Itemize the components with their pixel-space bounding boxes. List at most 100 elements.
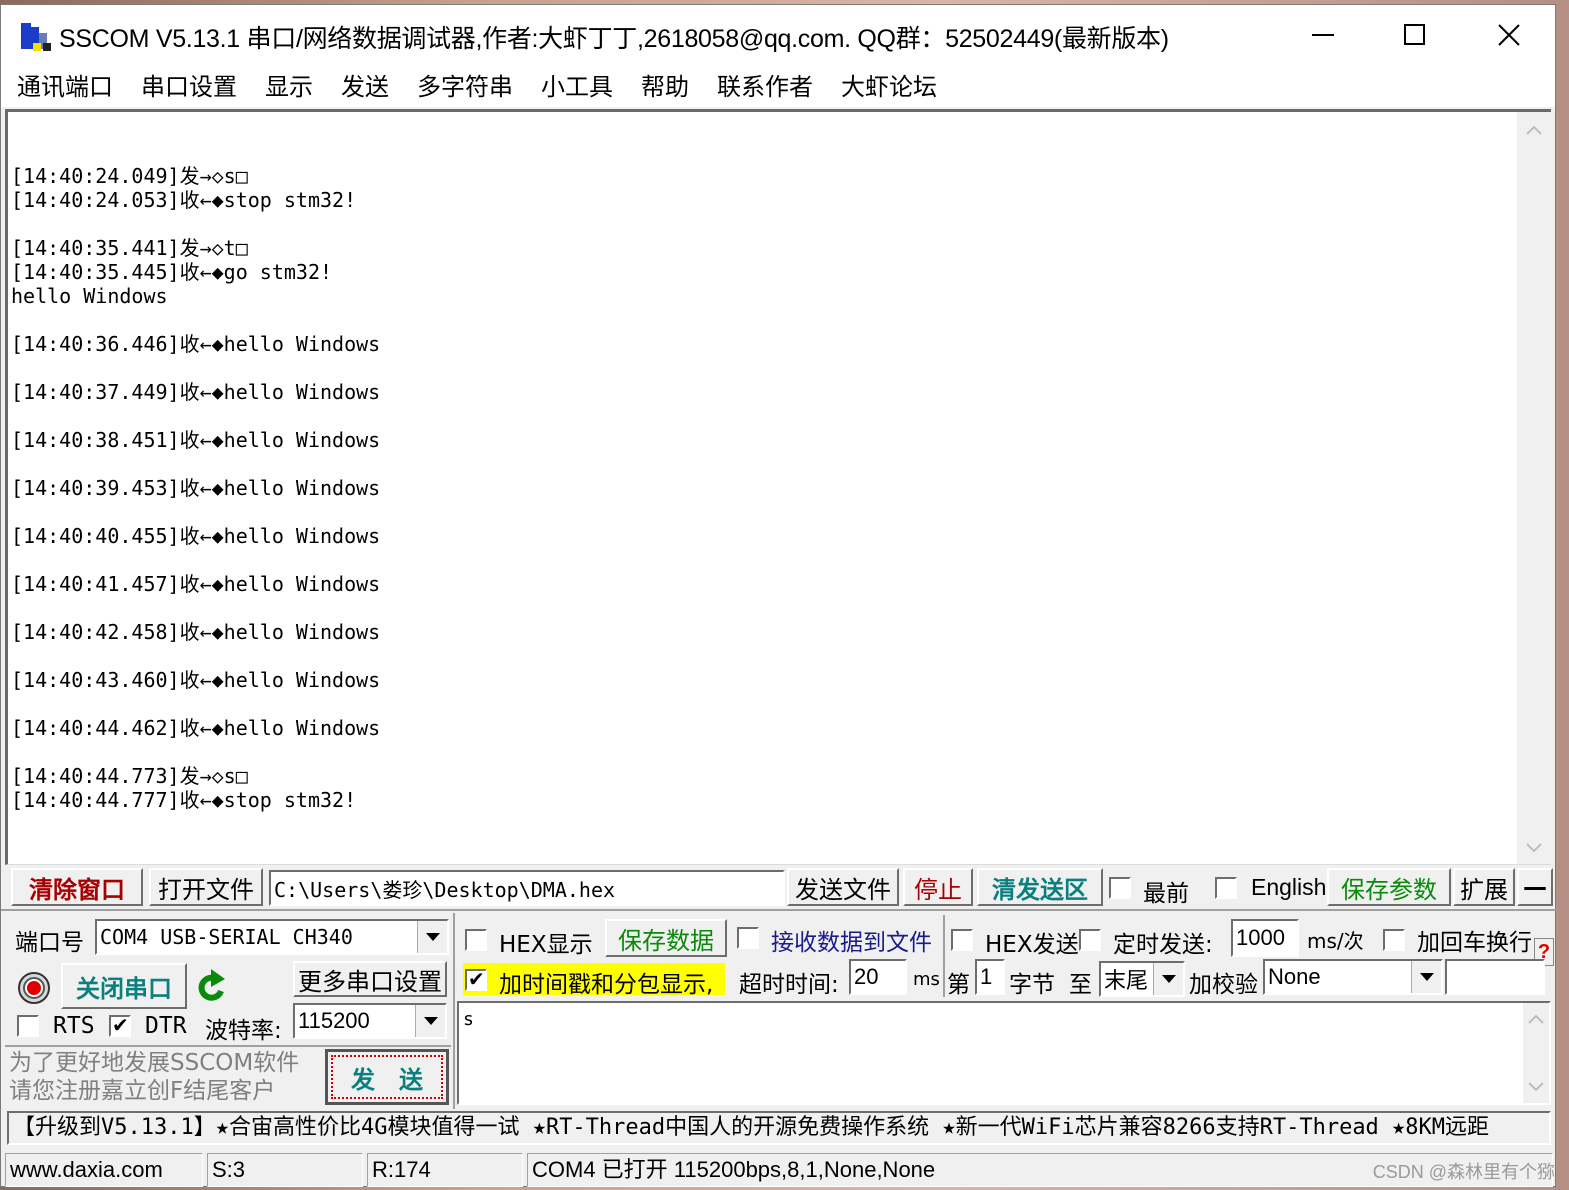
status-bar: www.daxia.com S:3 R:174 COM4 已打开 115200b…: [1, 1153, 1555, 1188]
news-ticker[interactable]: 【升级到V5.13.1】★合宙高性价比4G模块值得一试 ★RT-Thread中国…: [7, 1111, 1551, 1145]
interval-unit-label: ms/次: [1307, 929, 1364, 953]
baud-select[interactable]: 115200: [293, 1003, 447, 1039]
menu-multi-string[interactable]: 多字符串: [417, 67, 513, 102]
timeout-label: 超时时间:: [739, 972, 839, 998]
log-line: hello Windows: [11, 284, 168, 308]
clear-send-button[interactable]: 清发送区: [977, 868, 1103, 906]
log-line: [14:40:35.445]收←◆go stm32!: [11, 260, 333, 284]
rts-checkbox[interactable]: [17, 1015, 39, 1037]
log-blank-line: [11, 356, 1491, 380]
log-blank-line: [11, 692, 1491, 716]
menu-comm-port[interactable]: 通讯端口: [17, 67, 113, 102]
add-crlf-checkbox[interactable]: [1383, 929, 1405, 951]
close-port-button[interactable]: 关闭串口: [61, 963, 187, 1009]
dtr-checkbox[interactable]: [109, 1013, 131, 1038]
timeout-input[interactable]: 20: [849, 959, 907, 995]
log-line: [14:40:44.777]收←◆stop stm32!: [11, 788, 357, 812]
clear-window-button[interactable]: 清除窗口: [11, 868, 143, 906]
app-logo-icon: [21, 23, 51, 51]
menu-bar: 通讯端口 串口设置 显示 发送 多字符串 小工具 帮助 联系作者 大虾论坛: [1, 61, 1555, 107]
log-line: [14:40:40.455]收←◆hello Windows: [11, 524, 381, 548]
port-status-led-icon: [18, 972, 50, 1004]
byte-to-dropdown-arrow-icon[interactable]: [1153, 963, 1183, 995]
add-crlf-label: 加回车换行: [1417, 930, 1532, 956]
maximize-icon: [1404, 24, 1425, 45]
log-line: [14:40:35.441]发→◇t□: [11, 236, 248, 260]
menu-display[interactable]: 显示: [265, 67, 313, 102]
menu-tools[interactable]: 小工具: [541, 67, 613, 102]
log-blank-line: [11, 404, 1491, 428]
scroll-down-icon[interactable]: [1525, 842, 1543, 854]
minimize-button[interactable]: [1299, 13, 1347, 57]
timestamp-checkbox[interactable]: [465, 967, 487, 992]
status-website[interactable]: www.daxia.com: [5, 1153, 203, 1187]
log-blank-line: [11, 140, 1491, 164]
title-bar: SSCOM V5.13.1 串口/网络数据调试器,作者:大虾丁丁,2618058…: [1, 5, 1555, 61]
byte-from-input[interactable]: 1: [975, 959, 1005, 995]
receive-area[interactable]: [14:40:24.049]发→◇s□ [14:40:24.053]收←◆stop…: [5, 109, 1551, 865]
log-line: [14:40:24.053]收←◆stop stm32!: [11, 188, 357, 212]
menu-send[interactable]: 发送: [341, 67, 389, 102]
send-button[interactable]: 发 送: [325, 1049, 449, 1105]
log-blank-line: [11, 644, 1491, 668]
port-select[interactable]: COM4 USB-SERIAL CH340: [95, 919, 449, 955]
menu-help[interactable]: 帮助: [641, 67, 689, 102]
refresh-icon[interactable]: [195, 967, 229, 1005]
save-data-button[interactable]: 保存数据: [605, 919, 727, 957]
more-serial-settings-button[interactable]: 更多串口设置: [293, 961, 447, 997]
open-file-button[interactable]: 打开文件: [149, 868, 263, 906]
hex-send-checkbox[interactable]: [951, 929, 973, 951]
log-blank-line: [11, 548, 1491, 572]
close-button[interactable]: [1485, 13, 1533, 57]
stop-button[interactable]: 停止: [903, 868, 973, 906]
checksum-result-field[interactable]: [1445, 959, 1545, 995]
timed-interval-input[interactable]: 1000: [1231, 919, 1299, 957]
receive-log: [14:40:24.049]发→◇s□ [14:40:24.053]收←◆stop…: [11, 140, 1491, 812]
maximize-button[interactable]: [1391, 13, 1439, 57]
minimize-icon: [1312, 34, 1334, 36]
timed-send-checkbox[interactable]: [1079, 929, 1101, 951]
port-dropdown-arrow-icon[interactable]: [417, 921, 447, 953]
send-input[interactable]: s: [457, 1001, 1551, 1105]
topmost-label: 最前: [1143, 881, 1189, 907]
hex-display-checkbox[interactable]: [465, 929, 487, 951]
english-checkbox[interactable]: [1215, 877, 1237, 899]
save-params-button[interactable]: 保存参数: [1327, 868, 1451, 906]
recv-to-file-label: 接收数据到文件: [771, 930, 932, 956]
receive-scrollbar[interactable]: [1517, 112, 1551, 864]
checksum-value: None: [1268, 964, 1321, 989]
csdn-watermark: CSDN @森林里有个猕: [1372, 1162, 1555, 1182]
send-file-button[interactable]: 发送文件: [787, 868, 899, 906]
file-path-input[interactable]: C:\Users\娄珍\Desktop\DMA.hex: [269, 870, 785, 906]
close-icon: [1498, 24, 1520, 46]
checksum-dropdown-arrow-icon[interactable]: [1411, 961, 1441, 993]
port-select-value: COM4 USB-SERIAL CH340: [100, 925, 353, 949]
timeout-unit-label: ms: [913, 969, 940, 990]
baud-label: 波特率:: [205, 1018, 282, 1044]
expand-button[interactable]: 扩展: [1453, 868, 1515, 906]
scroll-down-icon[interactable]: [1527, 1081, 1545, 1093]
promo-line-1: 为了更好地发展SSCOM软件: [9, 1050, 300, 1076]
menu-serial-settings[interactable]: 串口设置: [141, 67, 237, 102]
timestamp-label: 加时间戳和分包显示,: [499, 972, 714, 998]
recv-to-file-checkbox[interactable]: [737, 927, 759, 949]
menu-contact-author[interactable]: 联系作者: [717, 67, 813, 102]
send-scrollbar[interactable]: [1523, 1003, 1549, 1103]
log-line: [14:40:38.451]收←◆hello Windows: [11, 428, 381, 452]
topmost-checkbox[interactable]: [1109, 877, 1131, 899]
scroll-up-icon[interactable]: [1527, 1013, 1545, 1025]
checksum-select[interactable]: None: [1263, 959, 1443, 995]
baud-dropdown-arrow-icon[interactable]: [415, 1005, 445, 1037]
checksum-label: 加校验: [1189, 972, 1258, 998]
timed-send-label: 定时发送:: [1113, 932, 1213, 958]
log-line: [14:40:41.457]收←◆hello Windows: [11, 572, 381, 596]
dtr-label: DTR: [145, 1013, 187, 1039]
scroll-up-icon[interactable]: [1525, 124, 1543, 136]
byte-to-select[interactable]: 末尾: [1099, 961, 1185, 997]
collapse-button[interactable]: —: [1517, 868, 1553, 906]
divider: [453, 913, 455, 1109]
send-input-content: s: [463, 1009, 474, 1030]
menu-forum[interactable]: 大虾论坛: [841, 67, 937, 102]
log-blank-line: [11, 308, 1491, 332]
log-line: [14:40:44.462]收←◆hello Windows: [11, 716, 381, 740]
